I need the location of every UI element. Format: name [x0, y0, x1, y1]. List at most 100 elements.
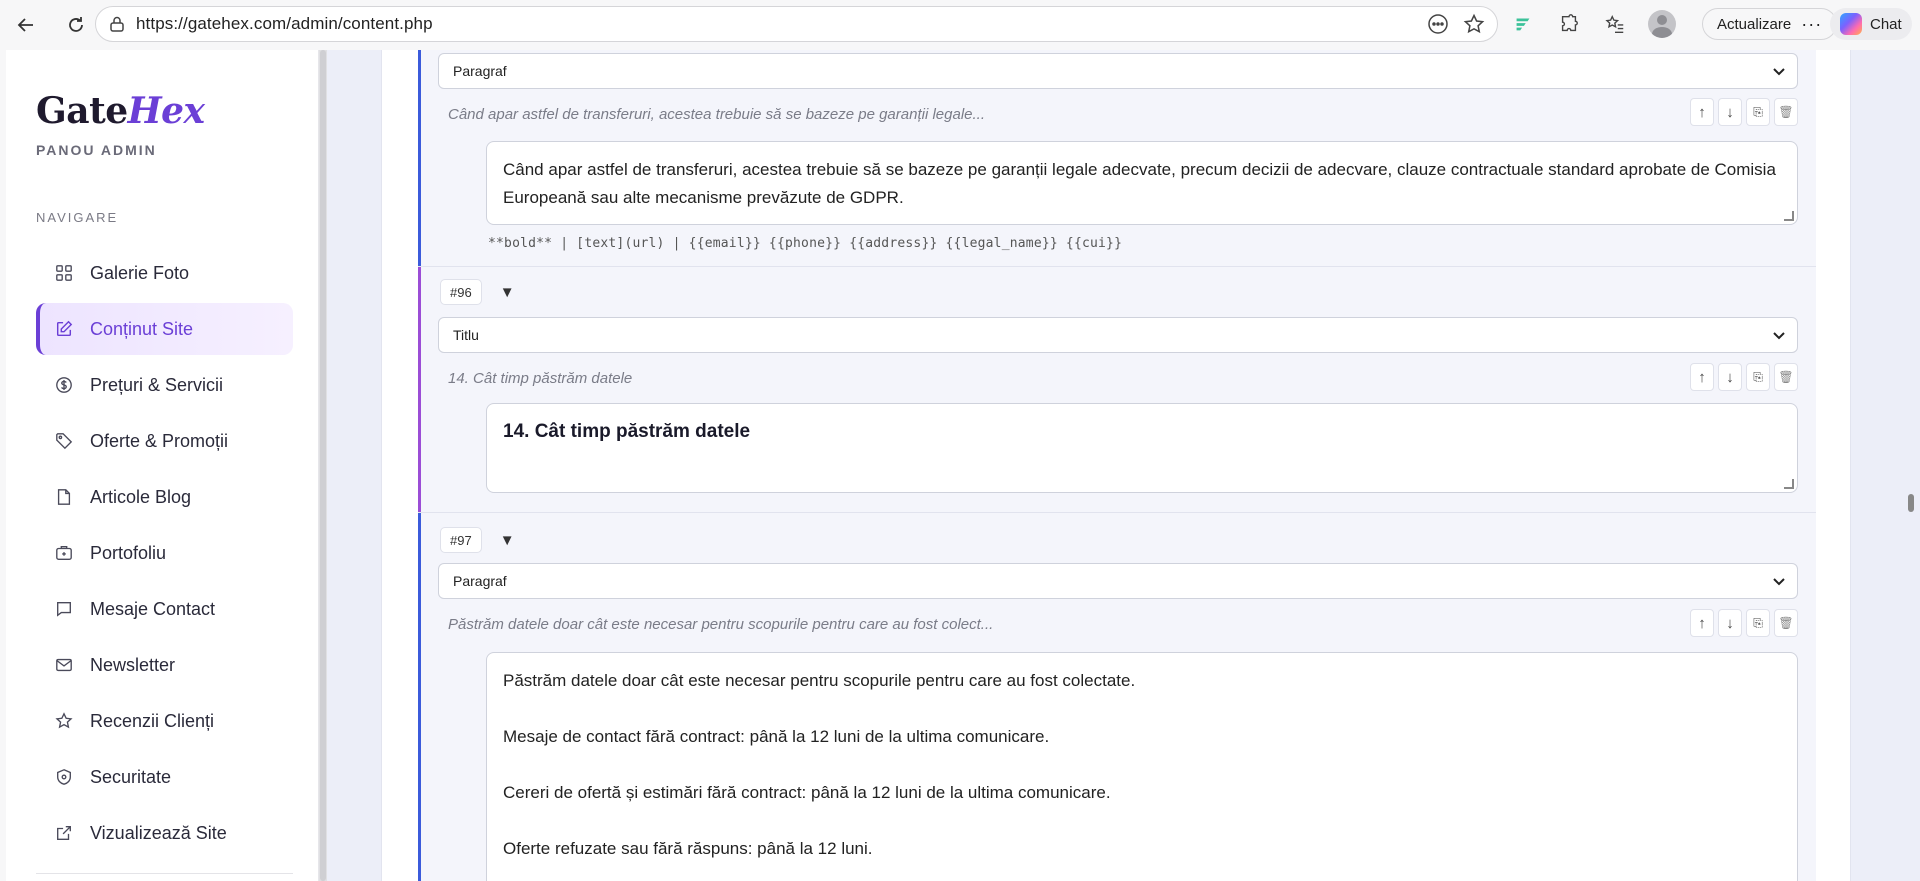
copilot-icon	[1840, 13, 1862, 35]
block-preview: Când apar astfel de transferuri, acestea…	[448, 106, 985, 123]
block-type-select[interactable]: Paragraf	[438, 53, 1798, 89]
arrow-down-icon: ↓	[1726, 103, 1734, 121]
site-logo[interactable]: GateHex	[36, 90, 205, 132]
block-header: #96 ▼	[440, 279, 515, 305]
sidebar-item-portofoliu[interactable]: Portofoliu	[36, 527, 293, 579]
block-content-line: Cereri de ofertă și estimări fără contra…	[503, 783, 1111, 802]
extensions-puzzle-icon[interactable]	[1556, 11, 1582, 37]
sidebar-item-label: Oferte & Promoții	[90, 430, 229, 451]
sidebar-item-label: Articole Blog	[90, 486, 192, 507]
chevron-down-icon	[1773, 332, 1785, 340]
sidebar-item-label: Mesaje Contact	[90, 598, 216, 619]
sidebar-item-recenzii-clienti[interactable]: Recenzii Clienți	[36, 695, 293, 747]
star-icon	[54, 711, 74, 731]
sidebar-item-continut-site[interactable]: Conținut Site	[36, 303, 293, 355]
block-content-textarea[interactable]: Când apar astfel de transferuri, acestea…	[486, 141, 1798, 225]
duplicate-button[interactable]: ⎘	[1746, 98, 1770, 126]
sidebar-divider	[36, 873, 293, 874]
move-down-button[interactable]: ↓	[1718, 363, 1742, 391]
briefcase-icon	[54, 543, 74, 563]
block-id-badge: #97	[440, 527, 482, 553]
sidebar-scrollbar[interactable]	[319, 50, 327, 881]
mail-icon	[54, 655, 74, 675]
extension-tool-icon[interactable]	[1510, 11, 1536, 37]
site-info-icon[interactable]	[108, 15, 126, 33]
move-up-button[interactable]: ↑	[1690, 609, 1714, 637]
url-text[interactable]: https://gatehex.com/admin/content.php	[136, 14, 433, 34]
sidebar-item-securitate[interactable]: Securitate	[36, 751, 293, 803]
block-content-textarea[interactable]: Păstrăm datele doar cât este necesar pen…	[486, 652, 1798, 881]
block-content-text: Când apar astfel de transferuri, acestea…	[503, 160, 1776, 207]
more-options-icon[interactable]	[1427, 13, 1449, 35]
back-button[interactable]	[8, 7, 44, 43]
sidebar-scrollbar-thumb[interactable]	[320, 50, 326, 881]
arrow-up-icon: ↑	[1698, 103, 1706, 121]
chat-label: Chat	[1870, 15, 1902, 33]
arrow-up-icon: ↑	[1698, 614, 1706, 632]
sidebar-item-label: Conținut Site	[90, 318, 194, 339]
duplicate-button[interactable]: ⎘	[1746, 363, 1770, 391]
resize-handle[interactable]	[1784, 211, 1794, 221]
block-type-select[interactable]: Titlu	[438, 317, 1798, 353]
arrow-up-icon: ↑	[1698, 368, 1706, 386]
block-tools: ↑ ↓ ⎘ 🗑	[1690, 363, 1798, 391]
block-content-textarea[interactable]: 14. Cât timp păstrăm datele	[486, 403, 1798, 493]
delete-button[interactable]: 🗑	[1774, 363, 1798, 391]
arrow-down-icon: ↓	[1726, 368, 1734, 386]
block-accent-bar	[418, 267, 421, 512]
arrow-down-icon: ↓	[1726, 614, 1734, 632]
content-block: Paragraf Când apar astfel de transferuri…	[418, 50, 1816, 267]
sidebar-item-mesaje-contact[interactable]: Mesaje Contact	[36, 583, 293, 635]
delete-button[interactable]: 🗑	[1774, 98, 1798, 126]
sidebar-item-newsletter[interactable]: Newsletter	[36, 639, 293, 691]
block-preview: 14. Cât timp păstrăm datele	[448, 370, 633, 387]
copy-icon: ⎘	[1753, 615, 1763, 630]
edit-icon	[54, 319, 74, 339]
move-down-button[interactable]: ↓	[1718, 98, 1742, 126]
favorite-star-icon[interactable]	[1463, 13, 1485, 35]
block-type-value: Titlu	[453, 327, 479, 343]
block-preview: Păstrăm datele doar cât este necesar pen…	[448, 616, 994, 633]
block-tools: ↑ ↓ ⎘ 🗑	[1690, 98, 1798, 126]
page-scrollbar-thumb[interactable]	[1908, 494, 1914, 512]
document-icon	[54, 487, 74, 507]
trash-icon: 🗑	[1778, 616, 1794, 630]
sidebar-item-label: Portofoliu	[90, 542, 167, 563]
block-type-select[interactable]: Paragraf	[438, 563, 1798, 599]
address-bar[interactable]: https://gatehex.com/admin/content.php	[95, 6, 1498, 42]
nav-section-title: NAVIGARE	[36, 210, 119, 225]
copilot-chat-button[interactable]: Chat	[1830, 8, 1912, 40]
content-block: #97 ▼ Paragraf Păstrăm datele doar cât e…	[418, 513, 1816, 881]
sidebar-item-preturi-servicii[interactable]: Prețuri & Servicii	[36, 359, 293, 411]
panel-subtitle: PANOU ADMIN	[36, 142, 157, 158]
profile-avatar[interactable]	[1648, 10, 1676, 38]
sidebar-item-vizualizeaza-site[interactable]: Vizualizează Site	[36, 807, 293, 859]
sidebar-item-label: Vizualizează Site	[90, 822, 227, 843]
block-accent-bar	[418, 513, 421, 881]
block-content-line: Mesaje de contact fără contract: până la…	[503, 727, 1050, 746]
chat-bubble-icon	[54, 599, 74, 619]
move-down-button[interactable]: ↓	[1718, 609, 1742, 637]
collapse-toggle-icon[interactable]: ▼	[500, 284, 515, 301]
sidebar-item-oferte-promotii[interactable]: Oferte & Promoții	[36, 415, 293, 467]
sidebar-item-galerie-foto[interactable]: Galerie Foto	[36, 247, 293, 299]
favorites-list-icon[interactable]	[1602, 11, 1628, 37]
tag-icon	[54, 431, 74, 451]
collapse-toggle-icon[interactable]: ▼	[500, 532, 515, 549]
page-scrollbar[interactable]	[1905, 50, 1917, 881]
logo-part-hex: Hex	[127, 90, 205, 132]
move-up-button[interactable]: ↑	[1690, 98, 1714, 126]
move-up-button[interactable]: ↑	[1690, 363, 1714, 391]
reload-button[interactable]	[58, 7, 94, 43]
dollar-icon	[54, 375, 74, 395]
block-accent-bar	[418, 50, 421, 266]
resize-handle[interactable]	[1784, 479, 1794, 489]
duplicate-button[interactable]: ⎘	[1746, 609, 1770, 637]
delete-button[interactable]: 🗑	[1774, 609, 1798, 637]
update-label: Actualizare	[1717, 15, 1792, 33]
sidebar-item-label: Galerie Foto	[90, 262, 190, 283]
update-button[interactable]: Actualizare ···	[1702, 8, 1838, 40]
sidebar-item-articole-blog[interactable]: Articole Blog	[36, 471, 293, 523]
copy-icon: ⎘	[1753, 104, 1763, 119]
external-link-icon	[54, 823, 74, 843]
